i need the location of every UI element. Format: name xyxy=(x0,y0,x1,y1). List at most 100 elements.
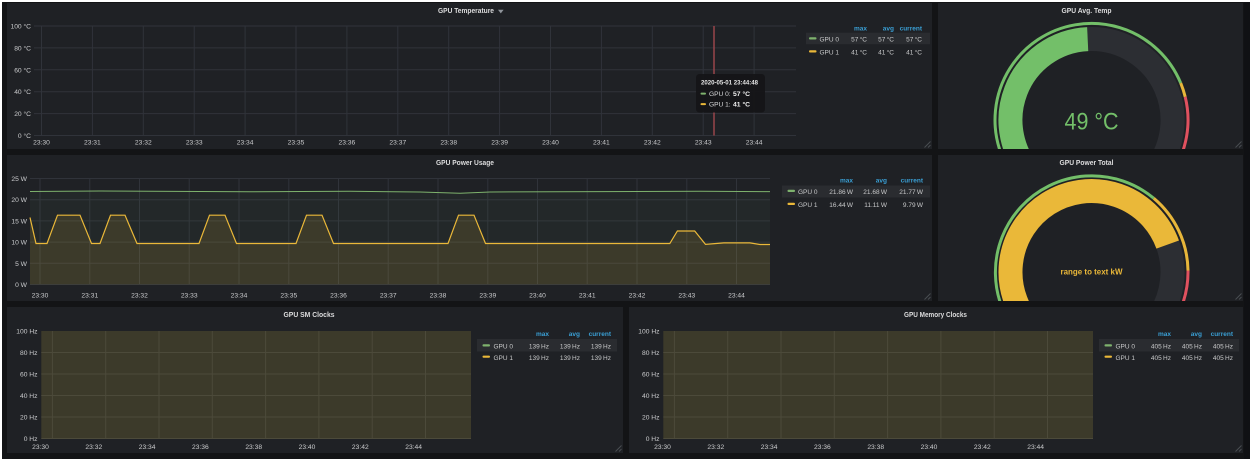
svg-text:23:31: 23:31 xyxy=(84,140,101,147)
svg-text:139 Hz: 139 Hz xyxy=(529,344,549,351)
svg-text:GPU 1: GPU 1 xyxy=(820,50,840,57)
svg-text:0 Hz: 0 Hz xyxy=(646,436,660,443)
svg-text:20 °C: 20 °C xyxy=(14,110,31,118)
svg-text:GPU Temperature: GPU Temperature xyxy=(438,6,494,15)
svg-text:23:44: 23:44 xyxy=(405,444,422,451)
svg-text:23:40: 23:40 xyxy=(529,293,546,300)
svg-text:23:44: 23:44 xyxy=(1027,444,1044,451)
svg-text:current: current xyxy=(901,178,924,185)
svg-text:23:34: 23:34 xyxy=(231,293,248,300)
svg-text:GPU Memory Clocks: GPU Memory Clocks xyxy=(904,310,967,319)
svg-text:23:36: 23:36 xyxy=(192,444,209,451)
svg-text:23:40: 23:40 xyxy=(542,140,559,147)
svg-text:23:30: 23:30 xyxy=(654,444,671,451)
svg-text:49 °C: 49 °C xyxy=(1065,109,1119,136)
svg-text:0 W: 0 W xyxy=(15,282,28,289)
svg-text:23:37: 23:37 xyxy=(389,140,406,147)
svg-text:41 °C: 41 °C xyxy=(906,49,922,57)
svg-text:57 °C: 57 °C xyxy=(906,36,922,44)
svg-text:23:30: 23:30 xyxy=(32,293,49,300)
svg-text:GPU 0: GPU 0 xyxy=(798,189,818,196)
svg-text:current: current xyxy=(1211,331,1234,338)
svg-text:23:43: 23:43 xyxy=(695,140,712,147)
svg-text:21.86 W: 21.86 W xyxy=(829,189,854,196)
svg-text:max: max xyxy=(854,26,867,33)
svg-text:23:42: 23:42 xyxy=(629,293,646,300)
svg-text:100 Hz: 100 Hz xyxy=(638,329,660,336)
svg-text:40 °C: 40 °C xyxy=(14,88,31,96)
svg-text:23:35: 23:35 xyxy=(280,293,297,300)
svg-text:60 Hz: 60 Hz xyxy=(642,372,660,379)
svg-text:23:38: 23:38 xyxy=(867,444,884,451)
svg-text:23:33: 23:33 xyxy=(181,293,198,300)
svg-text:avg: avg xyxy=(883,26,894,33)
svg-text:40 Hz: 40 Hz xyxy=(642,393,660,400)
svg-text:23:44: 23:44 xyxy=(728,293,745,300)
svg-text:GPU SM Clocks: GPU SM Clocks xyxy=(284,310,335,319)
svg-text:100 °C: 100 °C xyxy=(10,23,31,31)
svg-text:avg: avg xyxy=(1191,331,1202,338)
svg-text:GPU 1: GPU 1 xyxy=(1116,355,1136,362)
svg-text:GPU Power Total: GPU Power Total xyxy=(1060,158,1114,167)
svg-text:23:36: 23:36 xyxy=(814,444,831,451)
svg-text:23:40: 23:40 xyxy=(921,444,938,451)
svg-text:range to text kW: range to text kW xyxy=(1061,267,1124,277)
svg-text:GPU 0:: GPU 0: xyxy=(709,91,731,98)
svg-text:23:34: 23:34 xyxy=(761,444,778,451)
svg-text:21.77 W: 21.77 W xyxy=(899,189,924,196)
svg-text:2020-05-01 23:44:48: 2020-05-01 23:44:48 xyxy=(701,80,758,87)
svg-text:20 Hz: 20 Hz xyxy=(20,415,38,422)
svg-text:139 Hz: 139 Hz xyxy=(560,344,580,351)
svg-text:60 Hz: 60 Hz xyxy=(20,372,38,379)
svg-text:405 Hz: 405 Hz xyxy=(1213,344,1233,351)
svg-text:GPU 0: GPU 0 xyxy=(820,37,840,44)
svg-text:23:40: 23:40 xyxy=(299,444,316,451)
svg-text:23:32: 23:32 xyxy=(707,444,724,451)
svg-text:41 °C: 41 °C xyxy=(733,100,750,108)
svg-text:23:38: 23:38 xyxy=(245,444,262,451)
svg-text:23:37: 23:37 xyxy=(380,293,397,300)
svg-text:max: max xyxy=(1158,331,1171,338)
svg-text:16.44 W: 16.44 W xyxy=(829,202,854,209)
svg-text:GPU 1: GPU 1 xyxy=(798,202,818,209)
svg-text:41 °C: 41 °C xyxy=(878,49,894,57)
svg-text:20 W: 20 W xyxy=(11,197,27,204)
svg-text:0 °C: 0 °C xyxy=(18,132,31,140)
svg-text:9.79 W: 9.79 W xyxy=(903,202,924,209)
svg-text:23:39: 23:39 xyxy=(479,293,496,300)
svg-text:GPU 0: GPU 0 xyxy=(1116,344,1136,351)
svg-text:139 Hz: 139 Hz xyxy=(591,344,611,351)
svg-text:max: max xyxy=(536,331,549,338)
svg-text:23:38: 23:38 xyxy=(440,140,457,147)
svg-text:23:30: 23:30 xyxy=(33,140,50,147)
svg-text:139 Hz: 139 Hz xyxy=(529,355,549,362)
svg-text:23:34: 23:34 xyxy=(237,140,254,147)
svg-text:60 °C: 60 °C xyxy=(14,66,31,74)
svg-text:405 Hz: 405 Hz xyxy=(1182,355,1202,362)
svg-text:23:31: 23:31 xyxy=(81,293,98,300)
svg-text:GPU Power Usage: GPU Power Usage xyxy=(436,158,494,167)
svg-text:25 W: 25 W xyxy=(11,176,27,183)
svg-text:avg: avg xyxy=(569,331,580,338)
svg-text:23:39: 23:39 xyxy=(491,140,508,147)
svg-text:21.68 W: 21.68 W xyxy=(863,189,888,196)
svg-text:23:30: 23:30 xyxy=(32,444,49,451)
svg-text:23:43: 23:43 xyxy=(678,293,695,300)
svg-text:23:36: 23:36 xyxy=(339,140,356,147)
svg-text:GPU Avg. Temp: GPU Avg. Temp xyxy=(1062,6,1112,15)
svg-text:23:34: 23:34 xyxy=(139,444,156,451)
svg-text:0 Hz: 0 Hz xyxy=(24,436,38,443)
svg-text:20 Hz: 20 Hz xyxy=(642,415,660,422)
svg-text:23:44: 23:44 xyxy=(746,140,763,147)
svg-text:23:41: 23:41 xyxy=(579,293,596,300)
svg-text:57 °C: 57 °C xyxy=(878,36,894,44)
svg-text:10 W: 10 W xyxy=(11,240,27,247)
svg-text:current: current xyxy=(900,26,923,33)
svg-text:405 Hz: 405 Hz xyxy=(1213,355,1233,362)
svg-text:23:42: 23:42 xyxy=(644,140,661,147)
svg-text:max: max xyxy=(840,178,853,185)
svg-text:23:36: 23:36 xyxy=(330,293,347,300)
svg-text:23:35: 23:35 xyxy=(288,140,305,147)
svg-text:11.11 W: 11.11 W xyxy=(864,202,888,209)
svg-text:139 Hz: 139 Hz xyxy=(560,355,580,362)
